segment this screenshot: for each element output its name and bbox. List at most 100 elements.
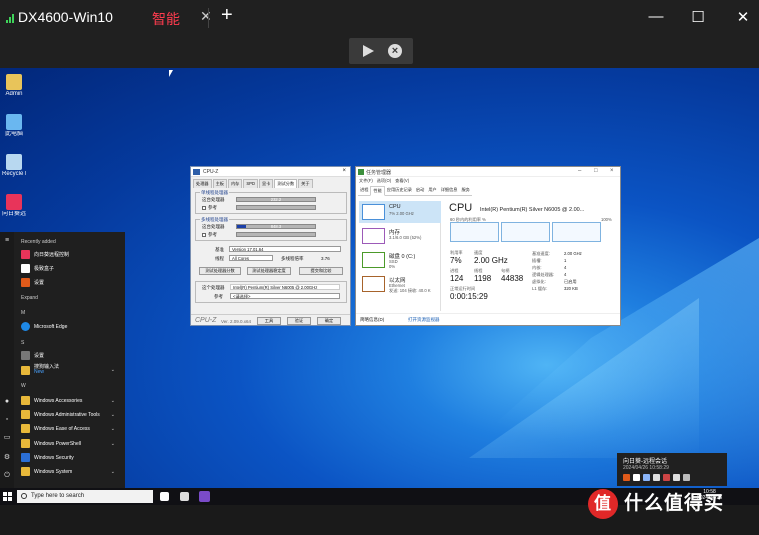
sogou-icon[interactable] — [623, 474, 630, 481]
start-folder-admin-tools[interactable]: Windows Administrative Tools ⌄ — [21, 409, 121, 420]
letter-m[interactable]: M — [21, 310, 25, 316]
ref-checkbox[interactable] — [202, 233, 206, 237]
perf-item-disk[interactable]: 磁盘 0 (C:) SSD 0% — [359, 249, 441, 271]
start-item-sunlogin[interactable]: 向日葵远程控制 — [21, 249, 121, 260]
desktop-icon-recycle-bin[interactable]: Recycle Bin — [2, 154, 26, 178]
cpuz-tab[interactable]: 显卡 — [258, 179, 274, 188]
start-folder-ease-of-access[interactable]: Windows Ease of Access ⌄ — [21, 423, 121, 434]
tray-icon[interactable] — [663, 474, 670, 481]
documents-icon[interactable]: ▫ — [3, 416, 11, 424]
search-icon — [21, 493, 27, 499]
cpuz-tab[interactable]: 主板 — [212, 179, 227, 188]
start-item-box[interactable]: 极致盒子 — [21, 263, 121, 274]
keyboard-icon[interactable] — [673, 474, 680, 481]
menu-options[interactable]: 选项(O) — [377, 178, 391, 184]
menu-view[interactable]: 查看(V) — [395, 178, 409, 184]
taskmgr-minimize-icon[interactable]: – — [578, 168, 581, 174]
cpuz-tab[interactable]: 处理器 — [193, 179, 212, 188]
task-view-icon[interactable] — [160, 492, 169, 501]
chevron-down-icon: ⌄ — [110, 425, 115, 432]
tray-icon[interactable] — [643, 474, 650, 481]
user-icon[interactable]: ● — [3, 398, 11, 406]
settings-icon[interactable]: ⚙ — [3, 454, 11, 462]
taskmgr-maximize-icon[interactable]: □ — [594, 168, 598, 174]
cpuz-tab-bench[interactable]: 测试分数 — [274, 179, 298, 188]
stress-cpu-button[interactable]: 测试处理器稳定度 — [247, 267, 291, 275]
perf-item-cpu[interactable]: CPU 7% 2.00 GHz — [359, 201, 441, 223]
collapse-arrow-icon[interactable] — [363, 45, 374, 57]
start-item-settings-recent[interactable]: 设置 — [21, 277, 121, 288]
mode-label[interactable]: 智能 — [152, 9, 180, 29]
threads-select[interactable]: All Cores — [229, 255, 273, 261]
windows-start-icon[interactable] — [3, 492, 12, 501]
fewer-details-link[interactable]: 简略信息(D) — [360, 317, 384, 323]
taskmgr-footer: 简略信息(D) 打开资源监视器 — [356, 313, 620, 325]
cpuz-window[interactable]: CPU-Z × 处理器 主板 内存 SPD 显卡 测试分数 关于 单线程处理器 … — [190, 166, 351, 326]
tab-users[interactable]: 用户 — [426, 186, 439, 196]
tab-processes[interactable]: 进程 — [358, 186, 371, 196]
tools-button[interactable]: 工具 — [257, 317, 281, 325]
core-graph — [552, 222, 601, 242]
start-folder-accessories[interactable]: Windows Accessories ⌄ — [21, 395, 121, 406]
task-manager-window[interactable]: 任务管理器 – □ × 文件(F) 选项(O) 查看(V) 进程 性能 应用历史… — [355, 166, 621, 326]
disconnect-icon[interactable]: × — [388, 44, 402, 58]
cpuz-tabs: 处理器 主板 内存 SPD 显卡 测试分数 关于 — [193, 179, 314, 188]
taskmgr-titlebar[interactable]: 任务管理器 – □ × — [356, 167, 620, 177]
cpuz-close-icon[interactable]: × — [342, 168, 346, 174]
tab-services[interactable]: 服务 — [459, 186, 472, 196]
cpuz-titlebar[interactable]: CPU-Z × — [191, 167, 350, 177]
taskbar-search-box[interactable]: Type here to search — [17, 490, 153, 503]
tab-app-history[interactable]: 应用历史记录 — [384, 186, 414, 196]
tab-details[interactable]: 详细信息 — [438, 186, 460, 196]
start-item-security[interactable]: Windows Security — [21, 452, 121, 463]
start-item-sougou[interactable]: 搜狗输入法 New ⌄ — [21, 363, 121, 377]
desktop-icon-sunlogin[interactable]: 向日葵远程控制 — [2, 194, 26, 218]
expand-link[interactable]: Expand — [21, 295, 38, 301]
new-tab-button[interactable]: + — [221, 4, 233, 27]
chevron-down-icon: ⌄ — [110, 367, 115, 373]
letter-s[interactable]: S — [21, 340, 24, 346]
cpuz-tab[interactable]: 关于 — [298, 179, 313, 188]
bench-cpu-button[interactable]: 测试处理器分数 — [199, 267, 241, 275]
mic-icon[interactable] — [653, 474, 660, 481]
open-resource-monitor-link[interactable]: 打开资源监视器 — [408, 317, 440, 323]
reference-select[interactable]: <请选择> — [230, 293, 340, 299]
perf-main: CPU Intel(R) Pentium(R) Silver N6005 @ 2… — [446, 201, 618, 311]
chevron-down-icon: ⌄ — [110, 397, 115, 404]
start-item-settings[interactable]: 设置 — [21, 350, 121, 361]
validate-button[interactable]: 验证 — [287, 317, 311, 325]
desktop-icon-this-pc[interactable]: 此电脑 — [2, 114, 26, 138]
submit-compare-button[interactable]: 提交和比较 — [299, 267, 343, 275]
this-cpu-label: 这台处理器 — [202, 197, 225, 202]
taskmgr-close-icon[interactable]: × — [610, 168, 614, 174]
tray-icon[interactable] — [633, 474, 640, 481]
hamburger-icon[interactable]: ≡ — [3, 237, 11, 245]
close-button[interactable]: ✕ — [733, 8, 753, 26]
task-manager-taskbar-icon[interactable] — [180, 492, 189, 501]
cpuz-tab[interactable]: 内存 — [227, 179, 243, 188]
sunlogin-toast[interactable]: 向日葵-远程会话 2024/04/26 10:58:29 — [617, 453, 727, 486]
minimize-button[interactable]: — — [646, 8, 666, 25]
cpuz-tab[interactable]: SPD — [243, 179, 258, 188]
power-icon[interactable]: ⏻ — [3, 472, 11, 480]
start-folder-powershell[interactable]: Windows PowerShell ⌄ — [21, 438, 121, 449]
letter-w[interactable]: W — [21, 383, 26, 389]
tab-close-button[interactable]: ✕ — [200, 8, 212, 25]
start-item-edge[interactable]: Microsoft Edge — [21, 321, 121, 332]
pictures-icon[interactable]: ▭ — [3, 434, 11, 442]
desktop-icon-admin[interactable]: Admin — [2, 74, 26, 98]
baseline-select[interactable]: Version 17.01.64 — [229, 246, 341, 252]
tray-icon[interactable] — [683, 474, 690, 481]
cpu-thumb-graph — [362, 204, 385, 220]
menu-file[interactable]: 文件(F) — [359, 178, 373, 184]
perf-item-ethernet[interactable]: 以太网 Ethernet 发送: 104 接收: 40.0 K — [359, 273, 441, 295]
maximize-button[interactable]: ☐ — [688, 8, 708, 26]
cpuz-taskbar-icon[interactable] — [199, 491, 210, 502]
tab-startup[interactable]: 启动 — [413, 186, 427, 196]
watermark-badge: 值 — [588, 488, 618, 519]
tab-performance[interactable]: 性能 — [370, 186, 385, 196]
start-folder-system[interactable]: Windows System ⌄ — [21, 466, 121, 477]
perf-item-memory[interactable]: 内存 3.1/6.0 GB (52%) — [359, 225, 441, 247]
ref-checkbox[interactable] — [202, 206, 206, 210]
ok-button[interactable]: 确定 — [317, 317, 341, 325]
